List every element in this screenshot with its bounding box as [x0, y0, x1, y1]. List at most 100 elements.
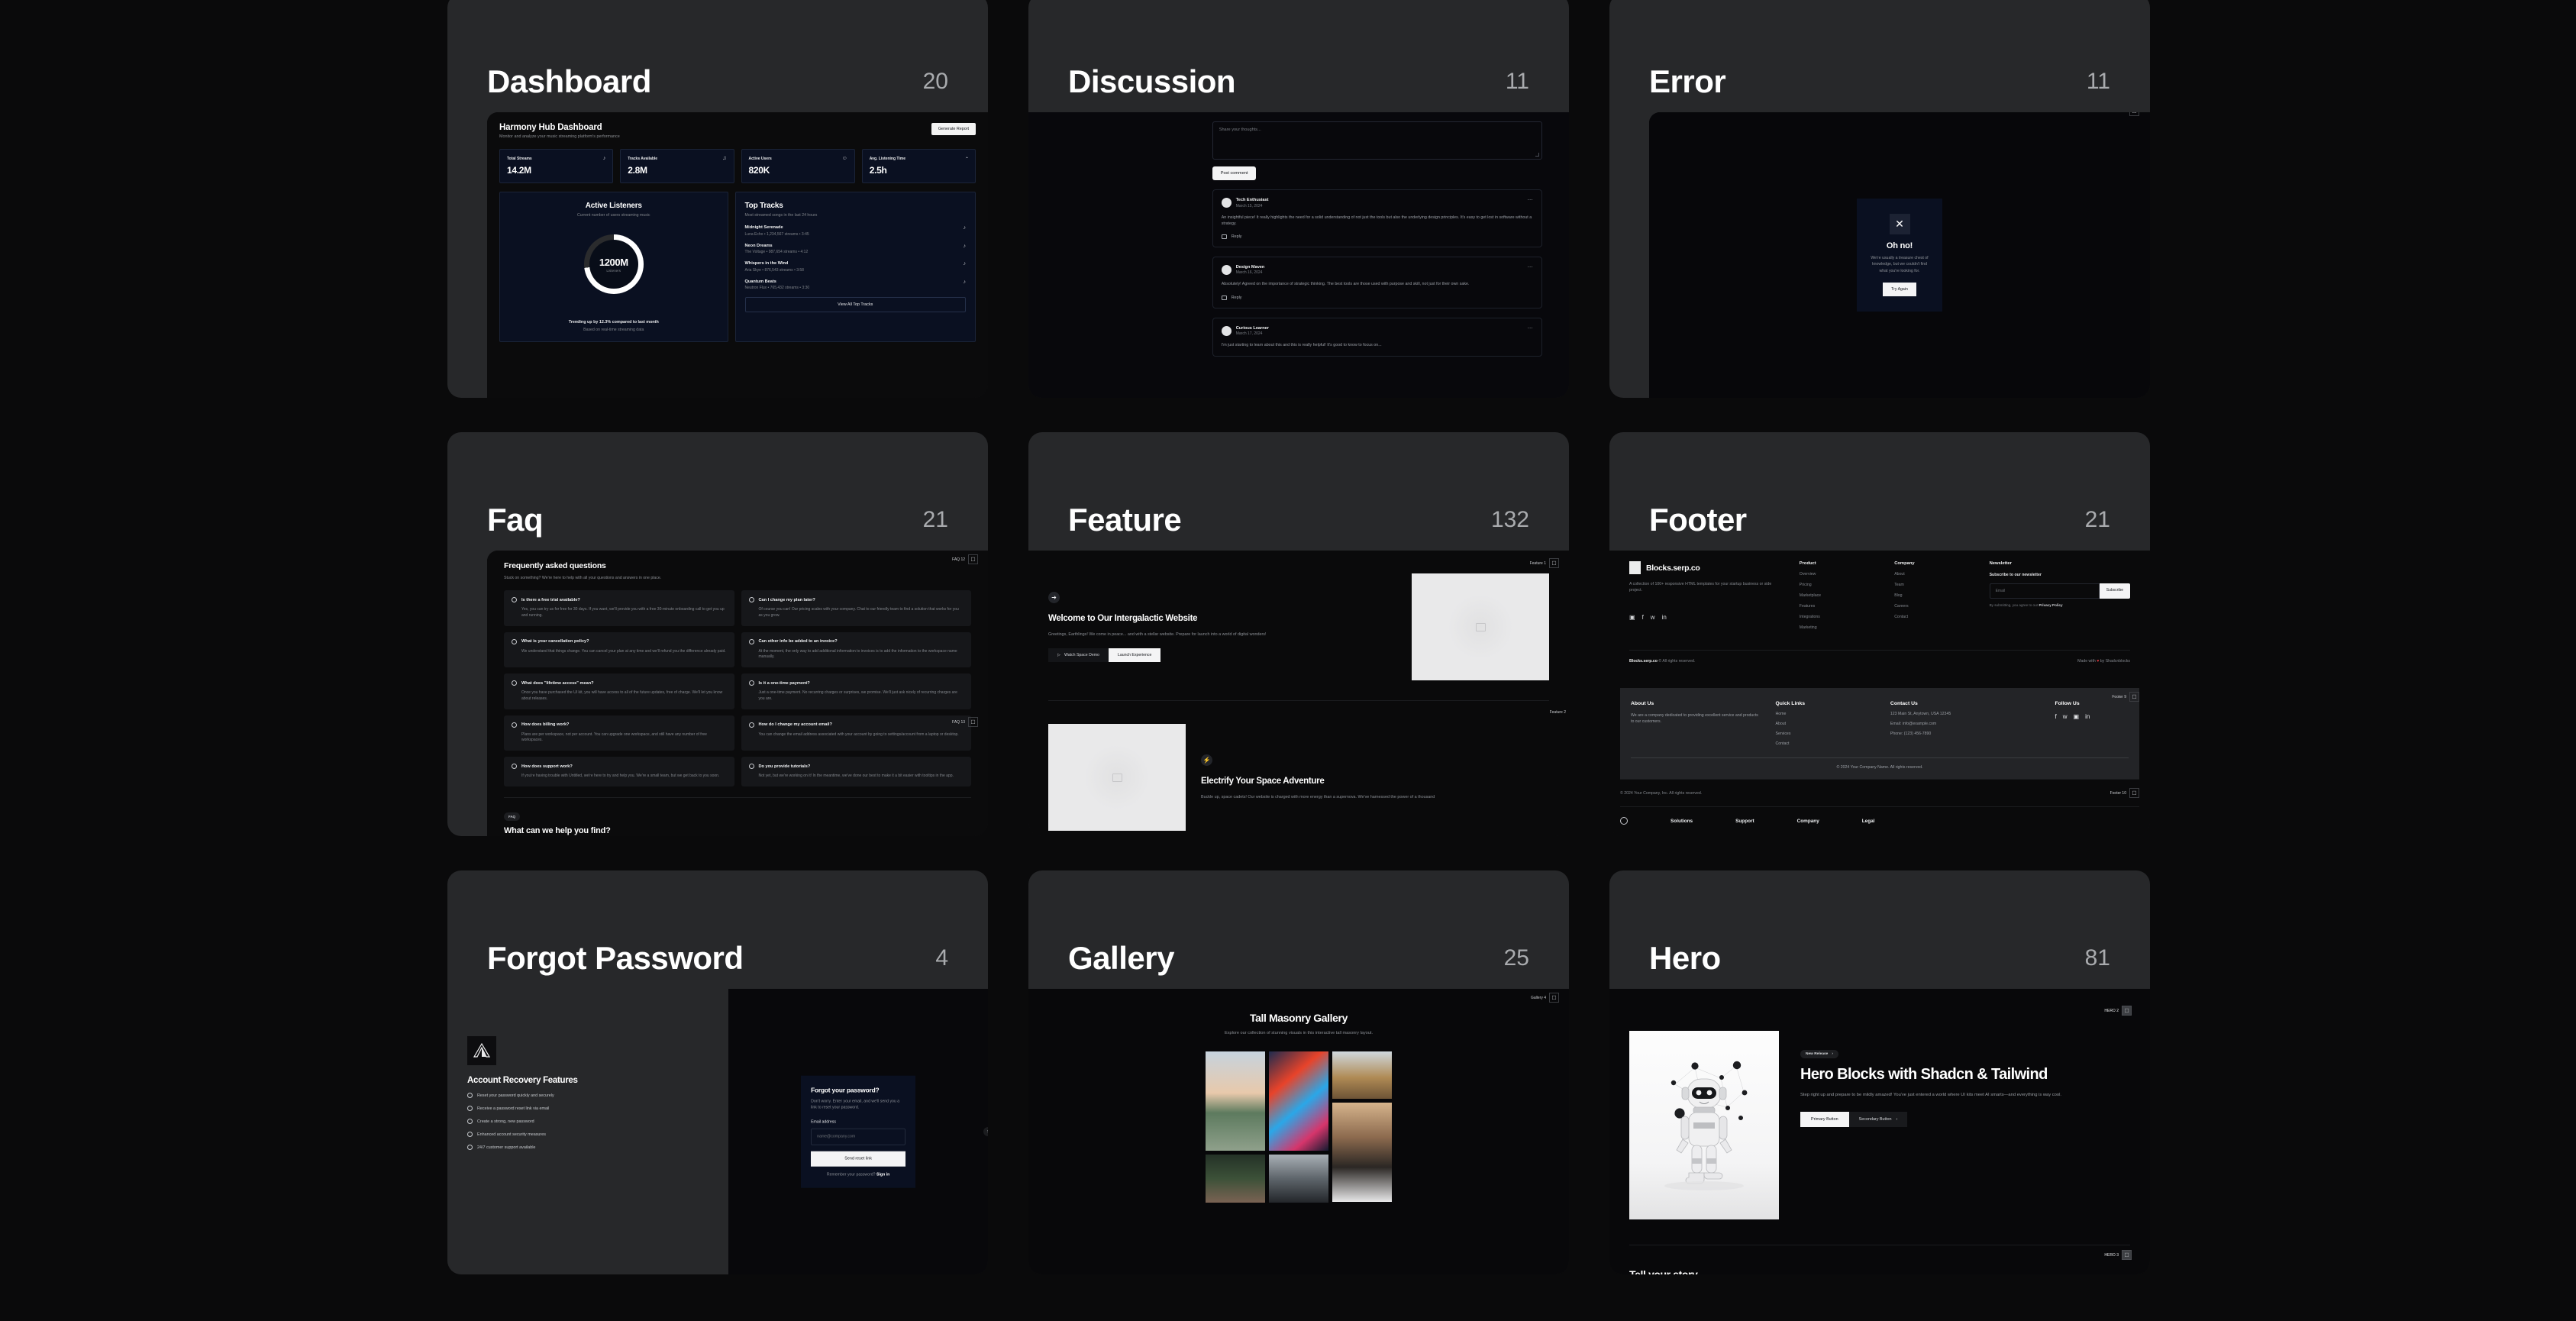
footer-link[interactable]: Contact [1894, 615, 1969, 619]
copy-icon[interactable]: ☐ [2129, 692, 2139, 702]
preview-forgot-password[interactable]: Account Recovery Features Reset your pas… [447, 989, 988, 1274]
preview-hero[interactable]: HERO 2 ☐ New Release › Hero Blocks with … [1609, 989, 2150, 1274]
facebook-icon[interactable]: f [1642, 614, 1644, 621]
send-reset-link-button[interactable]: Send reset link [811, 1151, 906, 1167]
preview-error[interactable]: Error 1 ☐ ✕ Oh no! We're usually a treas… [1649, 112, 2150, 398]
preview-footer[interactable]: Blocks.serp.co A collection of 100+ resp… [1609, 551, 2150, 836]
footer-link[interactable]: Overview [1800, 572, 1874, 577]
copy-icon[interactable]: ☐ [2129, 788, 2139, 798]
facebook-icon[interactable]: f [2055, 713, 2057, 720]
privacy-policy-link[interactable]: Privacy Policy [2039, 603, 2062, 607]
footer-link[interactable]: Features [1800, 604, 1874, 609]
faq-item[interactable]: Do you provide tutorials? Not yet, but w… [741, 757, 971, 786]
email-field[interactable]: name@company.com [811, 1128, 906, 1145]
footer-nav-item[interactable]: Solutions [1671, 819, 1693, 824]
footer-link[interactable]: Blog [1894, 593, 1969, 598]
track-row[interactable]: Midnight Serenade Luna Echo • 1,234,567 … [745, 225, 966, 237]
generate-report-button[interactable]: Generate Report [931, 123, 976, 135]
faq-item[interactable]: What is your cancellation policy? We und… [504, 631, 734, 667]
footer-link[interactable]: Marketplace [1800, 593, 1874, 598]
linkedin-icon[interactable]: in [2085, 713, 2090, 720]
preview-discussion[interactable]: Share your thoughts... Post comment Tech… [1028, 112, 1569, 398]
copy-icon[interactable]: ☐ [2122, 1006, 2132, 1016]
more-options-icon[interactable]: ⋯ [1528, 198, 1533, 203]
instagram-icon[interactable]: ▣ [1629, 614, 1635, 621]
secondary-button[interactable]: Secondary Button › [1848, 1111, 1908, 1127]
gallery-image-yosemite[interactable] [1206, 1051, 1265, 1151]
faq-item[interactable]: How does billing work? Plans are per wor… [504, 715, 734, 751]
footer-link[interactable]: Marketing [1800, 625, 1874, 630]
track-row[interactable]: Whispers in the Wind Aria Skye • 876,543… [745, 261, 966, 273]
card-gallery[interactable]: Gallery 25 Gallery 4 ☐ Tall Masonry Gall… [1028, 870, 1569, 1274]
card-hero[interactable]: Hero 81 HERO 2 ☐ New Release › Hero Bloc… [1609, 870, 2150, 1274]
footer-nav-item[interactable]: Company [1797, 819, 1819, 824]
copy-icon[interactable]: ☐ [1549, 558, 1559, 568]
try-again-button[interactable]: Try Again [1883, 282, 1916, 296]
card-forgot-password[interactable]: Forgot Password 4 Account Recovery Featu… [447, 870, 988, 1274]
track-row[interactable]: Neon Dreams The Voltage • 987,654 stream… [745, 244, 966, 255]
faq-item[interactable]: Is there a free trial available? Yes, yo… [504, 590, 734, 626]
gallery-image-portrait[interactable] [1332, 1102, 1392, 1202]
preview-feature[interactable]: Feature 1 ☐ ➜ Welcome to Our Intergalact… [1028, 551, 1569, 836]
new-release-badge[interactable]: New Release › [1800, 1050, 1838, 1058]
faq-item[interactable]: How does support work? If you're having … [504, 757, 734, 786]
contact-phone[interactable]: Phone: (123) 456-7890 [1890, 732, 2040, 736]
footer-link[interactable]: About [1894, 572, 1969, 577]
gallery-image-skyscrapers[interactable] [1269, 1154, 1328, 1203]
copy-icon[interactable]: ☐ [2129, 112, 2139, 116]
card-discussion[interactable]: Discussion 11 Share your thoughts... Pos… [1028, 0, 1569, 398]
linkedin-icon[interactable]: in [1662, 614, 1667, 621]
faq-item[interactable]: Is it a one-time payment? Just a one-tim… [741, 673, 971, 709]
twitter-icon[interactable]: w [1651, 614, 1655, 621]
sign-in-link[interactable]: Sign in [876, 1172, 889, 1177]
contact-email[interactable]: Email: info@example.com [1890, 722, 2040, 726]
card-feature[interactable]: Feature 132 Feature 1 ☐ ➜ Welcome to Our… [1028, 432, 1569, 836]
kpi-card[interactable]: Active Users ☺ 820K [741, 149, 855, 183]
track-row[interactable]: Quantum Beats Neutron Flux • 765,432 str… [745, 279, 966, 291]
more-options-icon[interactable]: ⋯ [1528, 326, 1533, 331]
card-error[interactable]: Error 11 Error 1 ☐ ✕ Oh no! We're usuall… [1609, 0, 2150, 398]
faq-item[interactable]: What does "lifetime access" mean? Once y… [504, 673, 734, 709]
footer-link[interactable]: Pricing [1800, 583, 1874, 587]
instagram-icon[interactable]: ▣ [2074, 713, 2080, 720]
faq-item[interactable]: How do I change my account email? You ca… [741, 715, 971, 751]
footer-nav-item[interactable]: Legal [1862, 819, 1875, 824]
gallery-image-city[interactable] [1332, 1051, 1392, 1099]
copy-icon[interactable]: ☐ [968, 554, 978, 564]
twitter-icon[interactable]: w [2063, 713, 2068, 720]
preview-dashboard[interactable]: Harmony Hub Dashboard Monitor and analyz… [487, 112, 988, 398]
primary-button[interactable]: Primary Button [1800, 1111, 1849, 1127]
card-footer[interactable]: Footer 21 Blocks.serp.co A collection of… [1609, 432, 2150, 836]
reply-button[interactable]: Reply [1221, 295, 1533, 300]
kpi-card[interactable]: Avg. Listening Time ◔ 2.5h [861, 149, 976, 183]
more-options-icon[interactable]: ⋯ [1528, 265, 1533, 270]
copy-icon[interactable]: ☐ [1549, 993, 1559, 1003]
card-dashboard[interactable]: Dashboard 20 Harmony Hub Dashboard Monit… [447, 0, 988, 398]
post-comment-button[interactable]: Post comment [1212, 166, 1257, 180]
footer-link[interactable]: Team [1894, 583, 1969, 587]
footer-link[interactable]: Contact [1776, 741, 1875, 746]
launch-experience-button[interactable]: Launch Experience [1108, 648, 1161, 663]
comment-textarea[interactable]: Share your thoughts... [1212, 121, 1542, 160]
gallery-image-elephant[interactable] [1206, 1154, 1265, 1203]
card-faq[interactable]: Faq 21 FAQ 12 ☐ Frequently asked questio… [447, 432, 988, 836]
view-all-tracks-button[interactable]: View All Top Tracks [744, 297, 966, 312]
copy-icon[interactable]: ☐ [2122, 1250, 2132, 1260]
reply-button[interactable]: Reply [1221, 234, 1533, 239]
newsletter-email-input[interactable]: Email [1989, 583, 2100, 599]
faq-item[interactable]: Can other info be added to an invoice? A… [741, 631, 971, 667]
footer-link[interactable]: Home [1776, 712, 1875, 716]
kpi-card[interactable]: Total Streams ♪ 14.2M [499, 149, 614, 183]
footer-nav-item[interactable]: Support [1735, 819, 1754, 824]
footer-link[interactable]: Services [1776, 732, 1875, 736]
preview-faq[interactable]: FAQ 12 ☐ Frequently asked questions Stuc… [487, 551, 988, 836]
watch-demo-button[interactable]: ▷ Watch Space Demo [1048, 648, 1109, 663]
subscribe-button[interactable]: Subscribe [2099, 583, 2130, 599]
next-block-icon[interactable]: › [983, 1127, 988, 1136]
faq-item[interactable]: Can I change my plan later? Of course yo… [741, 590, 971, 626]
footer-link[interactable]: Integrations [1800, 615, 1874, 619]
copy-icon[interactable]: ☐ [968, 717, 978, 727]
footer-link[interactable]: Careers [1894, 604, 1969, 609]
kpi-card[interactable]: Tracks Available ♫ 2.8M [620, 149, 734, 183]
preview-gallery[interactable]: Gallery 4 ☐ Tall Masonry Gallery Explore… [1028, 989, 1569, 1274]
